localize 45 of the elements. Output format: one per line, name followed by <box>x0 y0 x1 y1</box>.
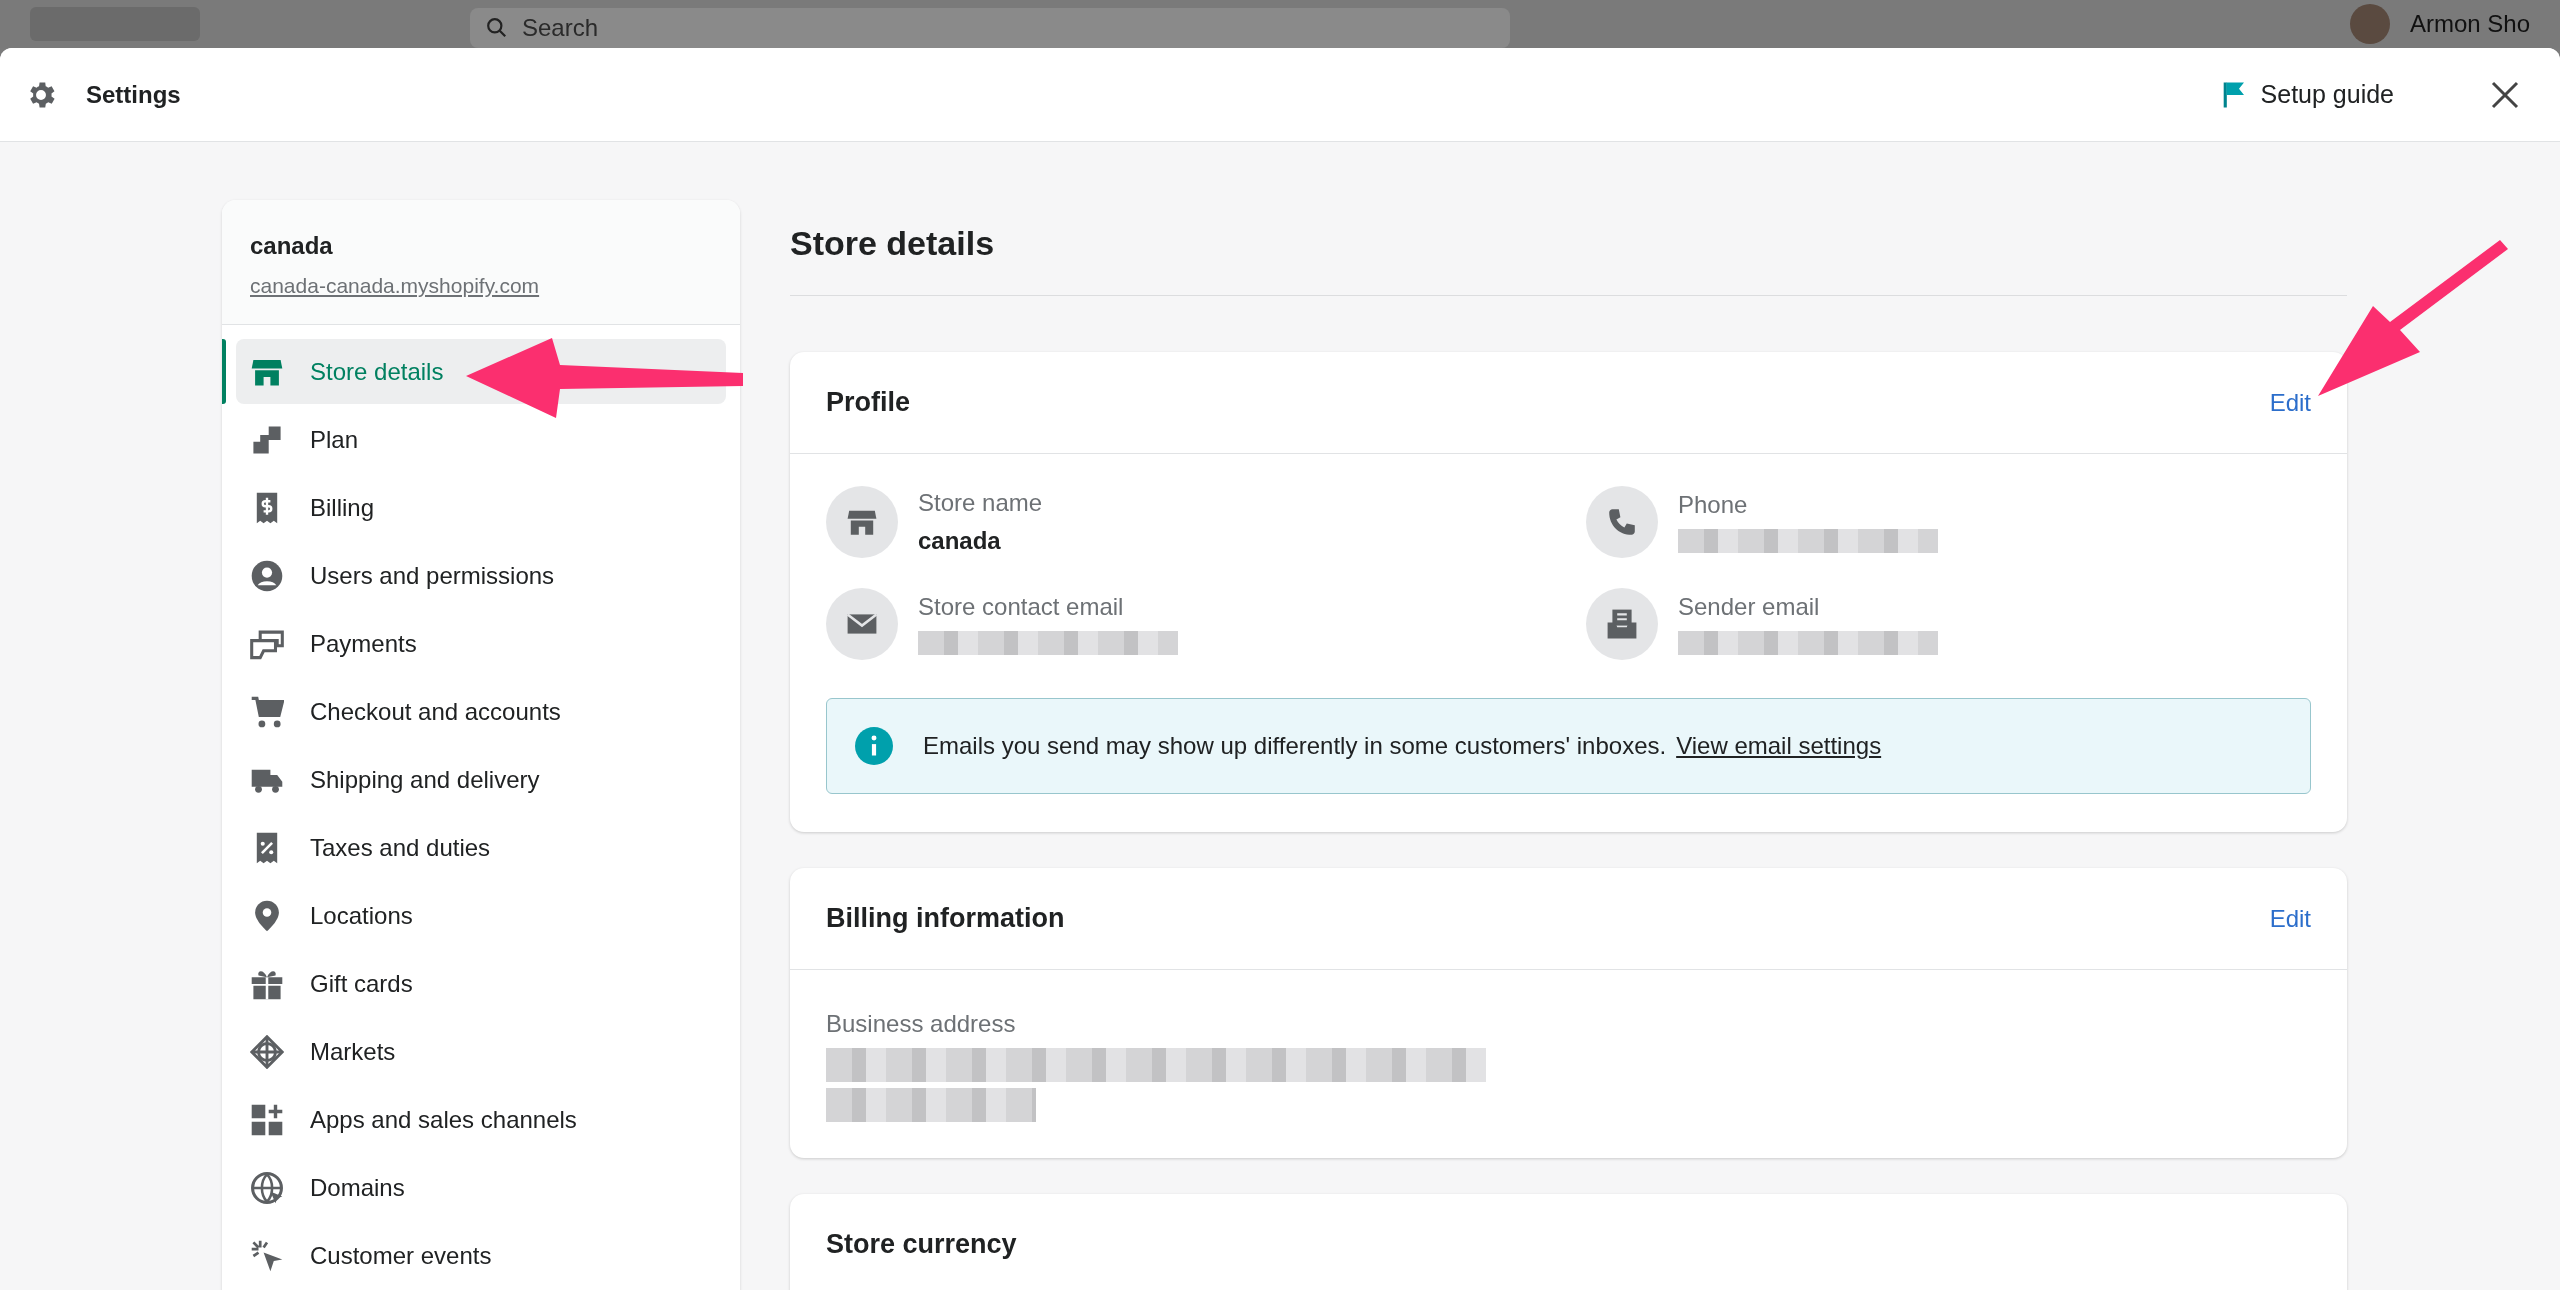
sidebar-item[interactable]: Users and permissions <box>236 543 726 608</box>
banner-text: Emails you send may show up differently in some customers' inboxes. <box>923 732 1667 760</box>
store-url-link[interactable]: canada-canada.myshopify.com <box>250 274 712 298</box>
field-value: canada <box>918 527 1002 555</box>
card-title: Store currency <box>826 1229 1017 1260</box>
sidebar-item[interactable]: Taxes and duties <box>236 815 726 880</box>
sidebar-item[interactable]: Plan <box>236 407 726 472</box>
sidebar-item[interactable]: Customer events <box>236 1223 726 1288</box>
card-title: Billing information <box>826 903 1065 934</box>
sidebar-item[interactable]: Gift cards <box>236 951 726 1016</box>
sidebar-item[interactable]: Payments <box>236 611 726 676</box>
view-email-settings-link[interactable]: View email settings <box>1676 732 1882 760</box>
close-icon[interactable] <box>2490 79 2520 110</box>
store-icon <box>826 486 898 558</box>
cart-icon <box>250 694 284 729</box>
sidebar-item[interactable]: Checkout and accounts <box>236 679 726 744</box>
sidebar-item[interactable]: Shipping and delivery <box>236 747 726 812</box>
field-label: Store name <box>918 489 1043 517</box>
sidebar-item[interactable]: Billing <box>236 475 726 540</box>
sidebar-item[interactable]: Apps and sales channels <box>236 1087 726 1152</box>
edit-link[interactable]: Edit <box>2269 388 2311 417</box>
field-label: Store contact email <box>918 593 1125 621</box>
page-title: Store details <box>790 200 2347 296</box>
field-label: Business address <box>826 1010 1017 1038</box>
sidebar-item[interactable]: Markets <box>236 1019 726 1084</box>
sidebar-item[interactable]: Locations <box>236 883 726 948</box>
inbox-icon <box>1586 588 1658 660</box>
sidebar-item[interactable]: Domains <box>236 1155 726 1220</box>
info-icon <box>855 727 893 765</box>
search-field[interactable]: Search <box>470 8 1510 48</box>
field-label: Sender email <box>1678 593 1821 621</box>
setup-guide-button[interactable]: Setup guide <box>2212 71 2402 118</box>
user-icon <box>250 558 284 593</box>
mail-icon <box>826 588 898 660</box>
field-label: Phone <box>1678 491 1749 519</box>
apps-icon <box>250 1102 284 1137</box>
user-name[interactable]: Armon Sho <box>2409 10 2530 38</box>
edit-link[interactable]: Edit <box>2269 904 2311 933</box>
store-name: canada <box>250 232 334 260</box>
domain-icon <box>250 1170 284 1205</box>
globe-icon <box>250 1034 284 1069</box>
phone-icon <box>1586 486 1658 558</box>
card-title: Profile <box>826 387 911 418</box>
spark-icon <box>250 1238 284 1273</box>
settings-title: Settings <box>86 80 181 109</box>
